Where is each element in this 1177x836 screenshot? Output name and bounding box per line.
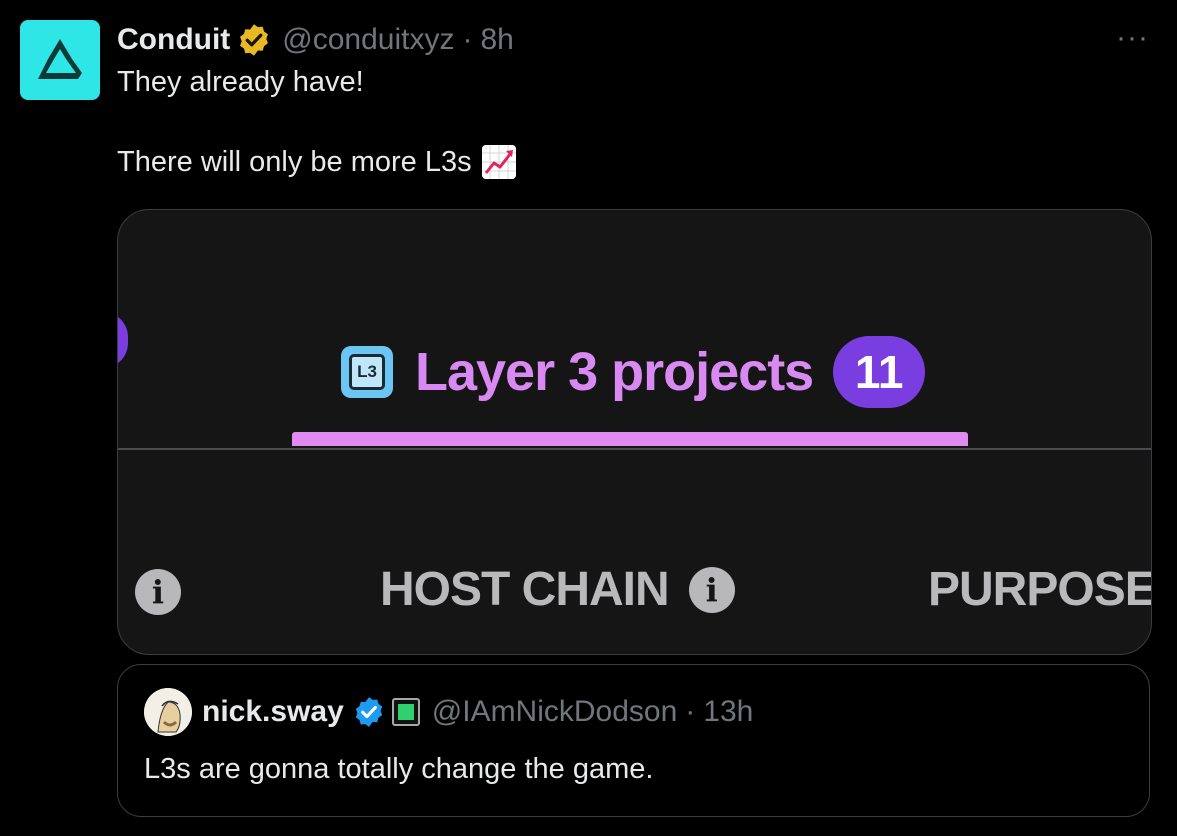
- conduit-logo-icon: [38, 39, 82, 79]
- column-host-chain-label: HOST CHAIN: [380, 563, 670, 616]
- tweet-text: They already have! There will only be mo…: [117, 62, 516, 182]
- chart-increasing-icon: [481, 145, 516, 179]
- tweet-text-line2: There will only be more L3s: [117, 146, 472, 178]
- quote-text: L3s are gonna totally change the game.: [144, 753, 654, 785]
- author-handle[interactable]: @conduitxyz: [282, 23, 454, 57]
- l3-icon: L3: [341, 346, 393, 398]
- tab-divider: [118, 448, 1151, 450]
- verified-gold-badge-icon: [240, 24, 269, 56]
- quote-time: 13h: [703, 695, 754, 728]
- tweet-header: Conduit @conduitxyz · 8h: [117, 20, 514, 60]
- tweet-text-line1: They already have!: [117, 66, 364, 98]
- partial-pill: [118, 312, 128, 368]
- separator: ·: [685, 695, 696, 728]
- quote-header: nick.sway @IAmNickDodson · 13h: [144, 687, 753, 737]
- tweet-text-line2-row: There will only be more L3s: [117, 142, 516, 182]
- quoted-tweet[interactable]: nick.sway @IAmNickDodson · 13h L3s are g…: [117, 664, 1150, 817]
- column-purpose-label: PURPOSE: [928, 563, 1152, 616]
- wojak-avatar-icon: [144, 688, 192, 736]
- affiliate-badge-icon: [391, 698, 420, 726]
- media-image[interactable]: L3 Layer 3 projects 11 i HOST CHAIN i PU…: [117, 209, 1152, 655]
- info-icon: i: [688, 566, 735, 613]
- active-tab-underline: [292, 432, 968, 446]
- separator: ·: [462, 23, 473, 56]
- quote-author-handle: @IAmNickDodson: [431, 695, 678, 728]
- quote-author-name: nick.sway: [202, 695, 344, 728]
- column-host-chain: HOST CHAIN i: [380, 562, 735, 617]
- author-avatar[interactable]: [20, 20, 100, 100]
- verified-blue-badge-icon: [355, 697, 382, 727]
- tab-count-badge: 11: [833, 336, 926, 408]
- quote-author-avatar: [144, 688, 192, 736]
- tab-layer3-projects: L3 Layer 3 projects 11: [341, 336, 926, 408]
- info-icon: i: [135, 569, 181, 615]
- author-name[interactable]: Conduit: [117, 23, 230, 57]
- tab-label: Layer 3 projects: [415, 342, 814, 402]
- tweet-time[interactable]: 8h: [481, 23, 514, 57]
- more-options-icon[interactable]: ···: [1116, 23, 1149, 53]
